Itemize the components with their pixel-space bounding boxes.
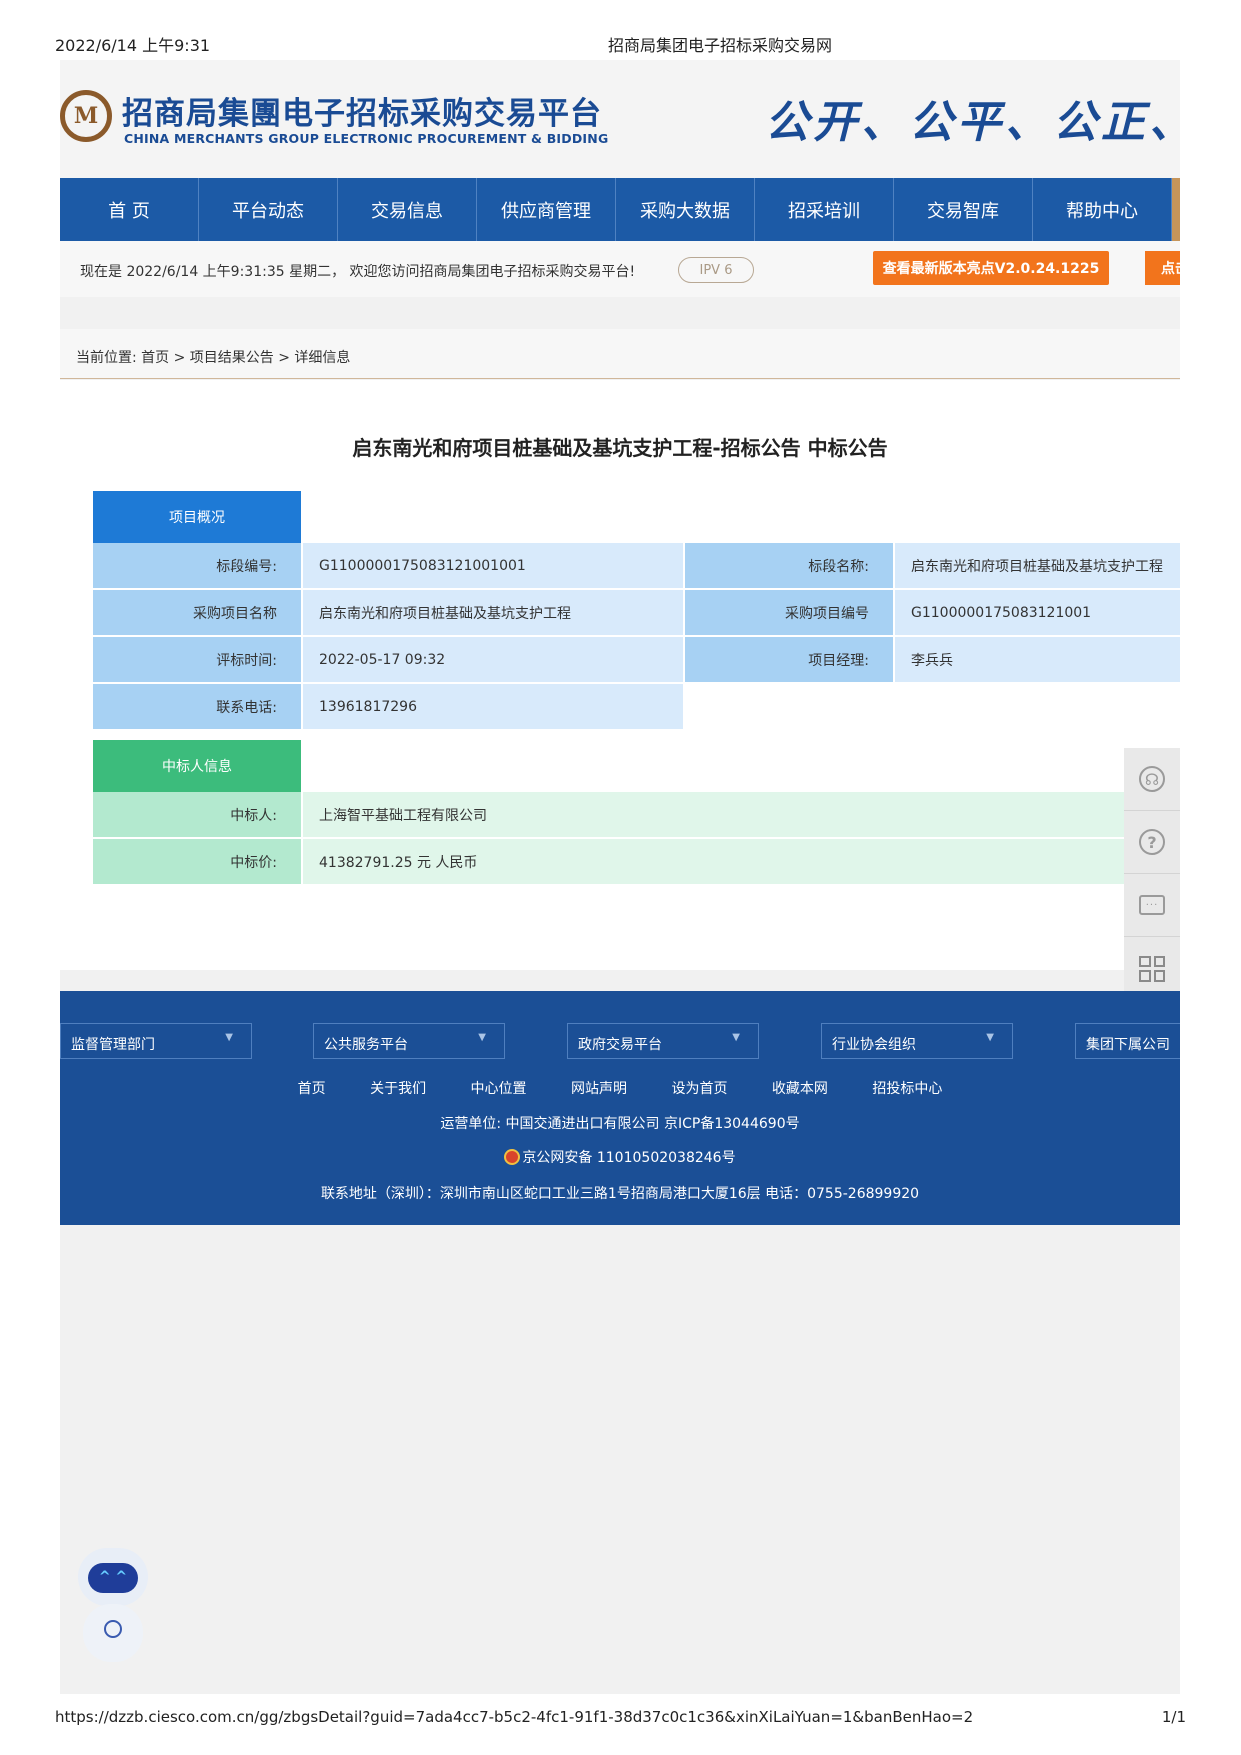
dropdown-supervision[interactable]: 监督管理部门 ▼	[60, 1023, 252, 1059]
police-badge-icon	[504, 1149, 521, 1165]
section-code-label: 标段编号:	[93, 543, 301, 588]
dropdown-public-service-label: 公共服务平台	[324, 1037, 408, 1053]
winner-value: 上海智平基础工程有限公司	[303, 792, 1180, 837]
print-title: 招商局集团电子招标采购交易网	[608, 36, 833, 55]
nav-training[interactable]: 招采培训	[755, 178, 894, 241]
footer-link-location[interactable]: 中心位置	[471, 1081, 527, 1097]
print-date: 2022/6/14 上午9:31	[55, 36, 211, 55]
logo-title[interactable]: 招商局集團电子招标采购交易平台	[122, 88, 602, 133]
footer-link-set-home[interactable]: 设为首页	[671, 1081, 727, 1097]
overview-heading: 项目概况	[93, 491, 301, 543]
logo-subtitle: CHINA MERCHANTS GROUP ELECTRONIC PROCURE…	[124, 131, 609, 146]
project-name-value: 启东南光和府项目桩基础及基坑支护工程	[303, 590, 683, 635]
click-button[interactable]: 点击	[1145, 251, 1180, 285]
print-page-number: 1/1	[1161, 1708, 1186, 1726]
dropdown-subsidiaries-label: 集团下属公司	[1086, 1037, 1170, 1053]
dropdown-subsidiaries[interactable]: 集团下属公司	[1075, 1023, 1180, 1059]
site-header: M 招商局集團电子招标采购交易平台 CHINA MERCHANTS GROUP …	[60, 60, 1180, 178]
eval-time-label: 评标时间:	[93, 637, 301, 682]
help-button[interactable]: ?	[1124, 811, 1180, 874]
breadcrumb[interactable]: 当前位置: 首页 > 项目结果公告 > 详细信息	[60, 329, 1180, 379]
chat-icon: ···	[1139, 895, 1165, 915]
bid-price-value: 41382791.25 元 人民币	[303, 839, 1180, 884]
section-code-value: G1100000175083121001001	[303, 543, 683, 588]
headset-icon: ☊	[1139, 766, 1165, 792]
dropdown-supervision-label: 监督管理部门	[71, 1037, 155, 1053]
phone-value: 13961817296	[303, 684, 683, 729]
message-button[interactable]: ···	[1124, 874, 1180, 937]
side-toolbar: ☊ ? ···	[1124, 748, 1180, 1000]
contact-address: 联系地址（深圳）：深圳市南山区蛇口工业三路1号招商局港口大厦16层 电话：075…	[320, 1186, 920, 1202]
project-code-value: G1100000175083121001	[895, 590, 1180, 635]
winner-heading: 中标人信息	[93, 740, 301, 792]
section-name-value: 启东南光和府项目桩基础及基坑支护工程	[895, 543, 1180, 588]
robot-assistant-icon[interactable]: ^ ^	[68, 1538, 168, 1668]
print-header: 2022/6/14 上午9:31 招商局集团电子招标采购交易网	[0, 0, 1241, 60]
eval-time-value: 2022-05-17 09:32	[303, 637, 683, 682]
page-frame: M 招商局集團电子招标采购交易平台 CHINA MERCHANTS GROUP …	[60, 60, 1180, 1694]
qrcode-icon	[1139, 955, 1165, 982]
nav-trade-info[interactable]: 交易信息	[338, 178, 477, 241]
bid-price-label: 中标价:	[93, 839, 301, 884]
chevron-down-icon: ▼	[478, 1032, 486, 1043]
ipv6-badge: IPV 6	[678, 257, 754, 283]
logo-icon[interactable]: M	[60, 90, 112, 142]
nav-procurement-data[interactable]: 采购大数据	[616, 178, 755, 241]
chevron-down-icon: ▼	[225, 1032, 233, 1043]
dropdown-industry-assoc-label: 行业协会组织	[832, 1037, 916, 1053]
footer-links: 首页 关于我们 中心位置 网站声明 设为首页 收藏本网 招投标中心	[60, 1078, 1180, 1098]
detail-content: 启东南光和府项目桩基础及基坑支护工程-招标公告 中标公告 项目概况 标段编号: …	[60, 380, 1180, 970]
footer-link-statement[interactable]: 网站声明	[571, 1081, 627, 1097]
new-version-button[interactable]: 查看最新版本亮点V2.0.24.1225	[873, 251, 1109, 285]
page-title: 启东南光和府项目桩基础及基坑支护工程-招标公告 中标公告	[352, 436, 888, 460]
customer-service-button[interactable]: ☊	[1124, 748, 1180, 811]
project-code-label: 采购项目编号	[685, 590, 893, 635]
nav-edge	[1172, 178, 1180, 241]
chevron-down-icon: ▼	[986, 1032, 994, 1043]
footer-link-bidding-center[interactable]: 招投标中心	[872, 1081, 942, 1097]
manager-label: 项目经理:	[685, 637, 893, 682]
nav-think-tank[interactable]: 交易智库	[894, 178, 1033, 241]
operator-info: 运营单位: 中国交通进出口有限公司 京ICP备13044690号	[440, 1116, 800, 1132]
main-nav: 首 页 平台动态 交易信息 供应商管理 采购大数据 招采培训 交易智库 帮助中心	[60, 178, 1180, 241]
dropdown-gov-trading[interactable]: 政府交易平台 ▼	[567, 1023, 759, 1059]
dropdown-industry-assoc[interactable]: 行业协会组织 ▼	[821, 1023, 1013, 1059]
dropdown-gov-trading-label: 政府交易平台	[578, 1037, 662, 1053]
winner-label: 中标人:	[93, 792, 301, 837]
nav-help-center[interactable]: 帮助中心	[1033, 178, 1172, 241]
footer-link-bookmark[interactable]: 收藏本网	[772, 1081, 828, 1097]
section-name-label: 标段名称:	[685, 543, 893, 588]
manager-value: 李兵兵	[895, 637, 1180, 682]
print-url: https://dzzb.ciesco.com.cn/gg/zbgsDetail…	[55, 1708, 974, 1726]
dropdown-public-service[interactable]: 公共服务平台 ▼	[313, 1023, 505, 1059]
chevron-down-icon: ▼	[732, 1032, 740, 1043]
footer-link-about[interactable]: 关于我们	[370, 1081, 426, 1097]
police-record-text: 京公网安备 11010502038246号	[522, 1150, 736, 1166]
welcome-message: 现在是 2022/6/14 上午9:31:35 星期二， 欢迎您访问招商局集团电…	[80, 264, 636, 280]
nav-home[interactable]: 首 页	[60, 178, 199, 241]
footer-link-home[interactable]: 首页	[298, 1081, 326, 1097]
phone-label: 联系电话:	[93, 684, 301, 729]
police-record: 京公网安备 11010502038246号	[60, 1147, 1180, 1167]
help-icon: ?	[1139, 829, 1165, 855]
slogan: 公开、公平、公正、诚	[765, 97, 1180, 148]
project-name-label: 采购项目名称	[93, 590, 301, 635]
nav-platform-news[interactable]: 平台动态	[199, 178, 338, 241]
welcome-bar: 现在是 2022/6/14 上午9:31:35 星期二， 欢迎您访问招商局集团电…	[60, 241, 1180, 297]
nav-supplier-mgmt[interactable]: 供应商管理	[477, 178, 616, 241]
site-footer: 监督管理部门 ▼ 公共服务平台 ▼ 政府交易平台 ▼ 行业协会组织 ▼ 集团下属…	[60, 991, 1180, 1225]
